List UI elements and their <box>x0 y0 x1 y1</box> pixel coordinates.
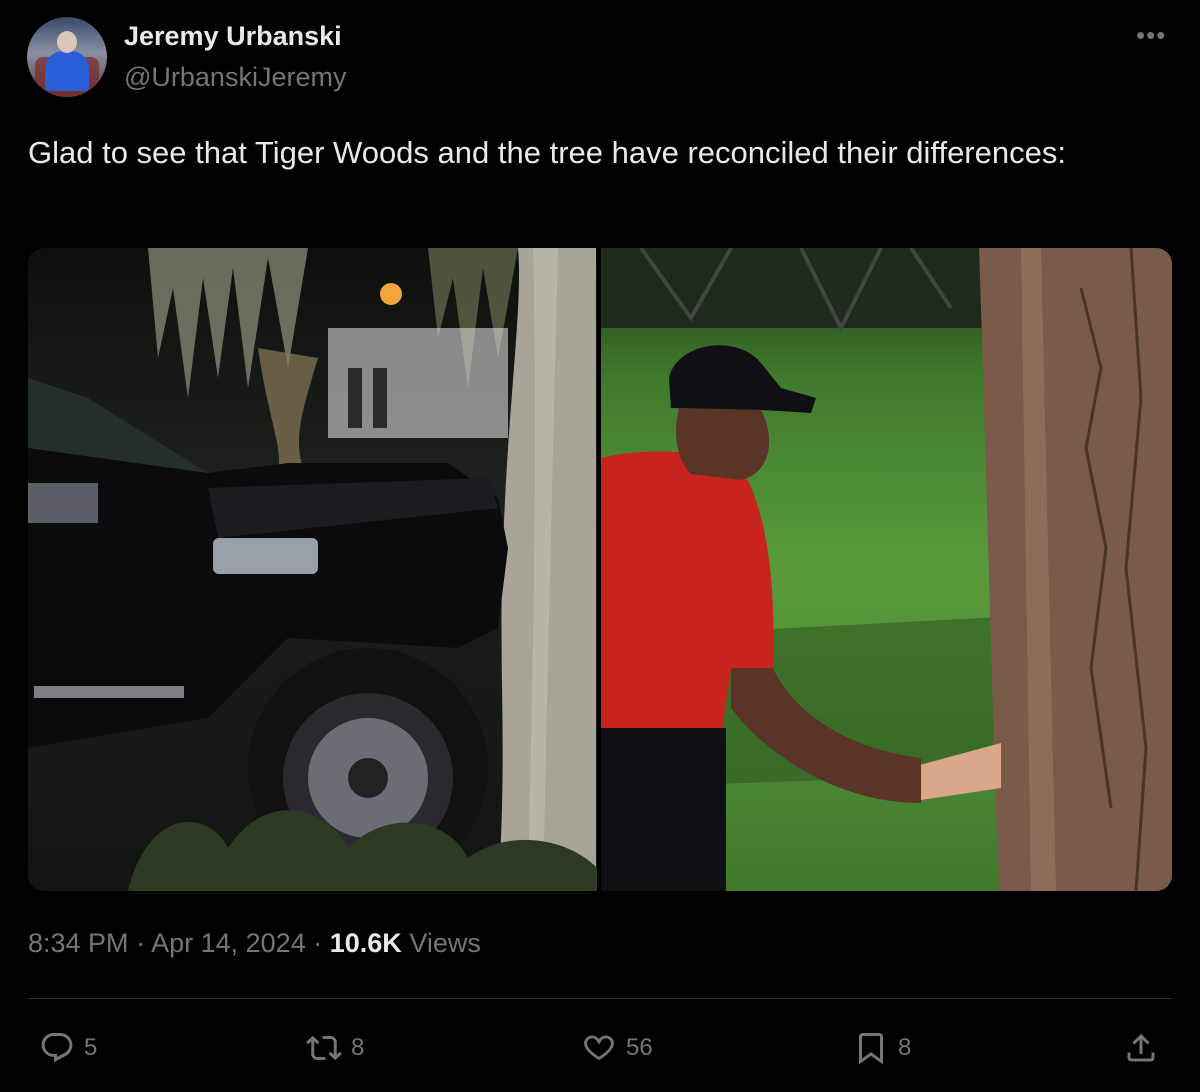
share-icon <box>1127 1033 1155 1062</box>
avatar-head <box>57 31 77 53</box>
actions-divider <box>28 998 1172 999</box>
repost-icon <box>306 1035 342 1061</box>
bookmark-button[interactable]: 8 <box>852 1030 911 1066</box>
avatar[interactable] <box>27 17 107 97</box>
bookmark-count: 8 <box>898 1034 912 1061</box>
repost-button[interactable]: 8 <box>305 1030 364 1066</box>
tweet-media[interactable] <box>28 248 1172 891</box>
tweet-text: Glad to see that Tiger Woods and the tre… <box>28 135 1066 170</box>
reply-count: 5 <box>84 1034 98 1061</box>
more-icon[interactable]: ••• <box>1136 20 1166 51</box>
tree-handshake-illustration <box>601 248 1172 891</box>
share-button[interactable] <box>1122 1030 1160 1066</box>
views-label: Views <box>409 928 481 958</box>
like-button[interactable]: 56 <box>580 1030 653 1066</box>
photo-suv-crash[interactable] <box>28 248 597 891</box>
meta-separator: · <box>136 928 152 958</box>
reply-button[interactable]: 5 <box>38 1030 97 1066</box>
suv-crash-illustration <box>28 248 597 891</box>
author-display-name[interactable]: Jeremy Urbanski <box>124 21 342 52</box>
avatar-body <box>45 51 89 91</box>
like-icon <box>584 1035 614 1061</box>
views-count: 10.6K <box>329 928 402 958</box>
repost-count: 8 <box>351 1034 365 1061</box>
reply-icon <box>41 1033 73 1063</box>
tweet-date[interactable]: Apr 14, 2024 <box>151 928 306 958</box>
bookmark-icon <box>859 1033 883 1065</box>
tweet-time[interactable]: 8:34 PM <box>28 928 129 958</box>
author-handle[interactable]: @UrbanskiJeremy <box>124 62 346 93</box>
tweet-metadata: 8:34 PM · Apr 14, 2024 · 10.6K Views <box>28 928 481 959</box>
photo-tree-handshake[interactable] <box>601 248 1172 891</box>
meta-separator: · <box>313 928 330 958</box>
like-count: 56 <box>626 1034 653 1061</box>
